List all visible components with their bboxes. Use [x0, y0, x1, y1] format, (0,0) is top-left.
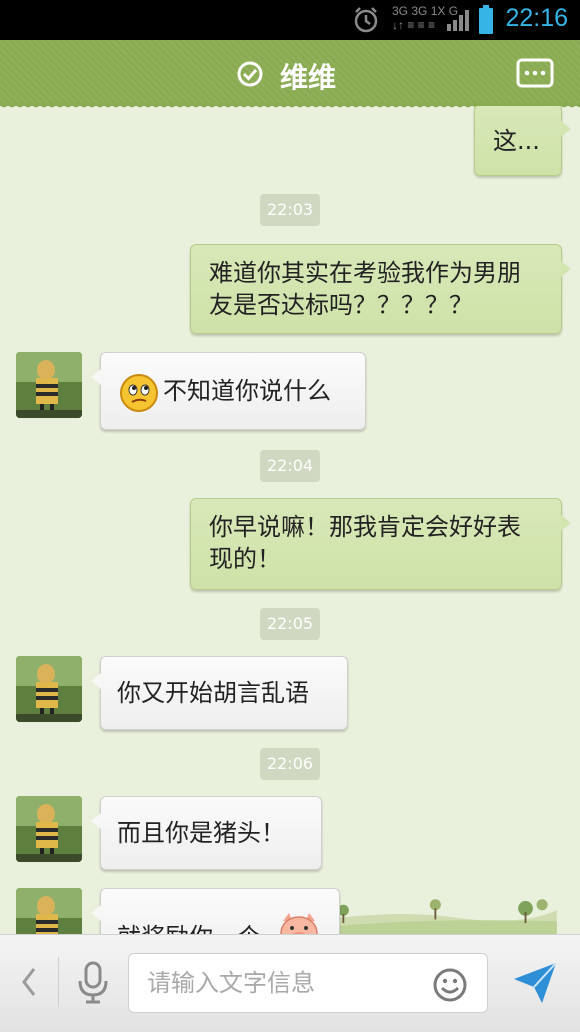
send-icon[interactable]: [512, 961, 558, 1005]
message-incoming[interactable]: 你又开始胡言乱语: [91, 656, 348, 730]
message-incoming[interactable]: 就奖励你一个: [91, 888, 340, 934]
timestamp: 22:04: [260, 450, 320, 482]
message-text: 就奖励你一个: [117, 923, 261, 934]
status-bar: 3G 3G 1X G ↓↑ ≡ ≡ ≡ 22:16: [0, 0, 580, 40]
message-outgoing[interactable]: 难道你其实在考验我作为男朋友是否达标吗？？？？？: [190, 244, 571, 334]
alarm-icon: [354, 7, 378, 33]
microphone-icon[interactable]: [76, 961, 110, 1005]
status-time: 22:16: [505, 4, 568, 32]
avatar[interactable]: [16, 796, 82, 862]
avatar-photo: [16, 656, 82, 722]
message-text: 你又开始胡言乱语: [117, 679, 309, 707]
smiley-icon[interactable]: [432, 967, 468, 1003]
message-outgoing[interactable]: 这...: [474, 106, 571, 176]
message-text: 而且你是猪头！: [117, 819, 285, 847]
pig-face-icon: [280, 913, 318, 934]
message-incoming[interactable]: 不知道你说什么: [91, 352, 366, 430]
divider: [58, 957, 59, 1007]
message-incoming[interactable]: 而且你是猪头！: [91, 796, 322, 870]
avatar[interactable]: [16, 888, 82, 934]
timestamp: 22:06: [260, 748, 320, 780]
timestamp: 22:03: [260, 194, 320, 226]
confused-face-icon: [120, 374, 158, 412]
timestamp: 22:05: [260, 608, 320, 640]
message-text: 难道你其实在考验我作为男朋友是否达标吗？？？？？: [209, 259, 521, 319]
message-text: 你早说嘛！那我肯定会好好表现的！: [209, 513, 521, 573]
message-text: 这...: [493, 127, 540, 155]
contact-name: 维维: [280, 61, 337, 94]
battery-icon: [479, 5, 493, 34]
avatar-photo: [16, 888, 82, 934]
avatar[interactable]: [16, 352, 82, 418]
chat-header: 维维: [0, 40, 580, 106]
avatar-photo: [16, 352, 82, 418]
input-bar: 请输入文字信息: [0, 934, 580, 1032]
message-text: 不知道你说什么: [163, 377, 331, 405]
message-list[interactable]: 这... 22:03 难道你其实在考验我作为男朋友是否达标吗？？？？？ 不知道你…: [0, 106, 580, 934]
back-chevron-icon[interactable]: [18, 965, 38, 999]
more-dots-icon[interactable]: [516, 58, 554, 88]
message-outgoing[interactable]: 你早说嘛！那我肯定会好好表现的！: [190, 498, 571, 590]
signal-icon: [447, 10, 469, 31]
avatar[interactable]: [16, 656, 82, 722]
input-placeholder: 请输入文字信息: [147, 969, 315, 997]
avatar-photo: [16, 796, 82, 862]
online-check-icon: [237, 61, 263, 87]
